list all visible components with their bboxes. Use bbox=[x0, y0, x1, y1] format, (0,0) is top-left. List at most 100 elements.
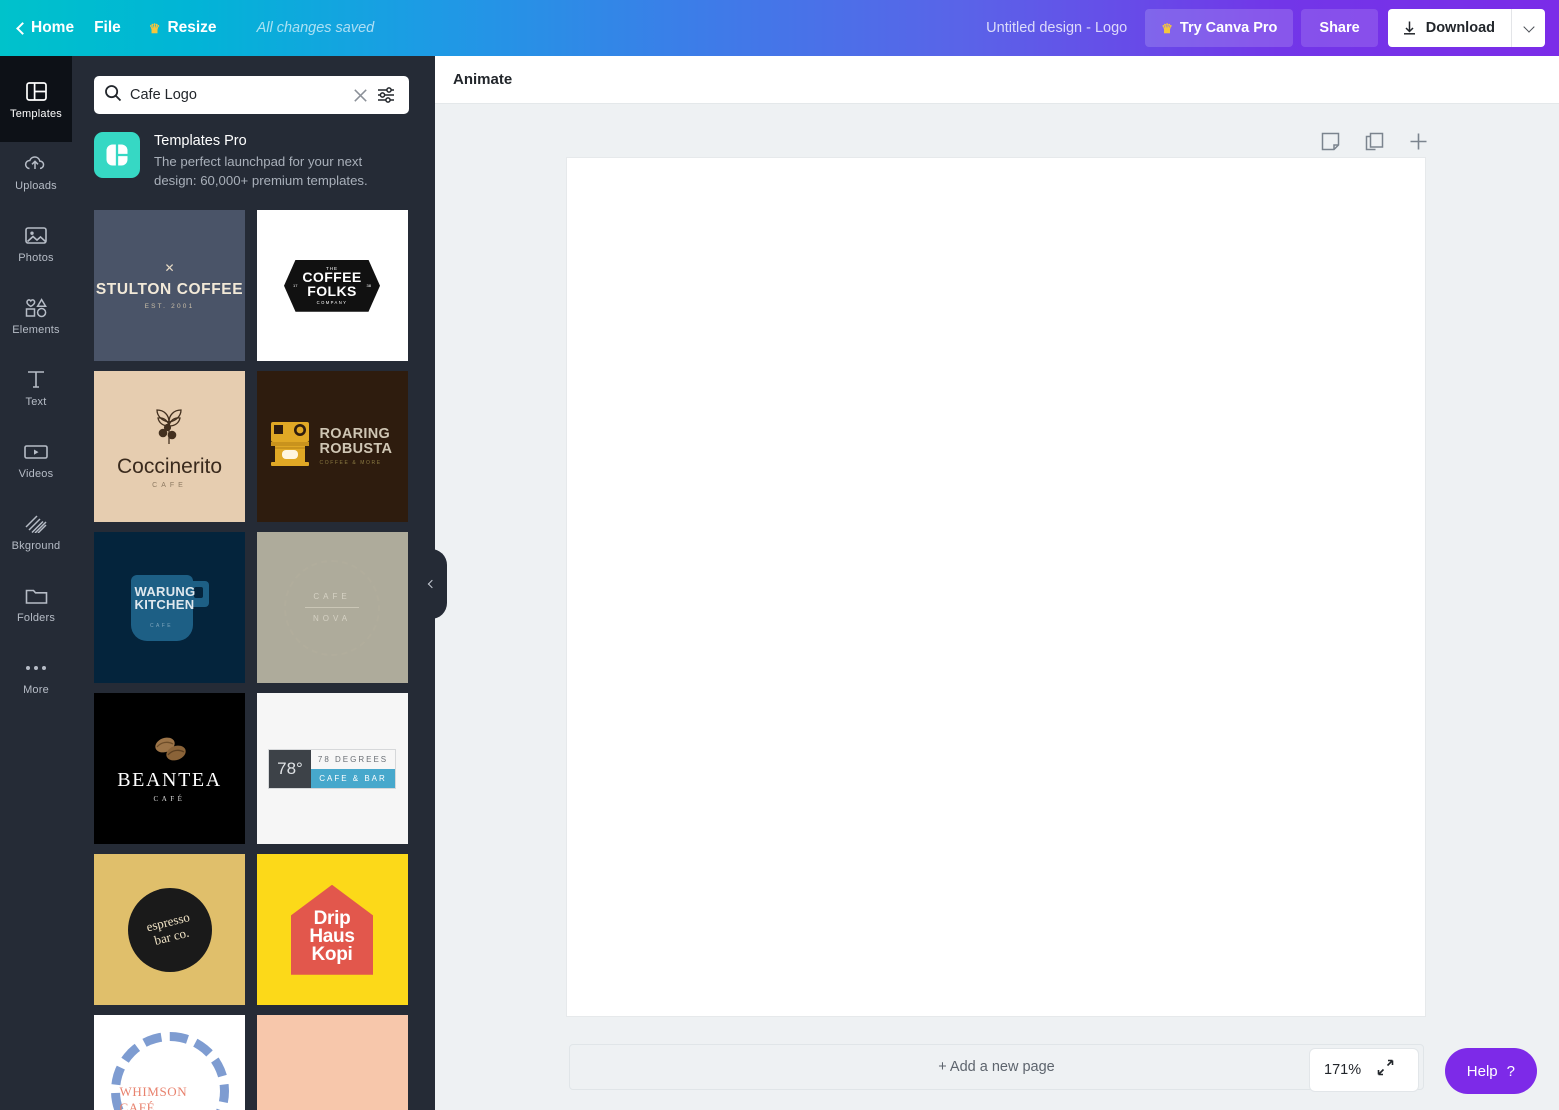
coffee-beans-icon bbox=[148, 737, 192, 768]
shapes-icon bbox=[24, 297, 48, 319]
sidebar-item-videos[interactable]: Videos bbox=[0, 424, 72, 496]
template-text: 78 DEGREES CAFE & BAR bbox=[311, 749, 395, 788]
coffee-berry-sprig-icon bbox=[117, 404, 222, 451]
template-card-coffee-folks[interactable]: THE COFFEE FOLKS COMPANY 17 38 bbox=[256, 210, 408, 362]
download-options-button[interactable] bbox=[1511, 9, 1545, 47]
text-t-icon bbox=[26, 369, 46, 391]
search-area bbox=[72, 56, 435, 114]
template-subtitle: NOVA bbox=[312, 614, 352, 624]
chevron-left-icon bbox=[427, 579, 436, 589]
search-box[interactable] bbox=[94, 76, 409, 114]
sidebar-item-label: More bbox=[23, 683, 49, 696]
notes-icon[interactable] bbox=[1319, 130, 1341, 152]
sidebar-item-elements[interactable]: Elements bbox=[0, 280, 72, 352]
templates-pro-title: Templates Pro bbox=[154, 133, 247, 149]
template-art: WHIMSON CAFÉ FRENCH CUISINE bbox=[110, 1031, 229, 1110]
templates-pro-card[interactable]: Templates Pro The perfect launchpad for … bbox=[72, 114, 435, 202]
sidebar-item-label: Photos bbox=[18, 251, 54, 264]
help-label: Help bbox=[1466, 1062, 1498, 1080]
file-menu-button[interactable]: File bbox=[80, 0, 135, 56]
zoom-control: 171% bbox=[1309, 1048, 1419, 1092]
sidebar-item-label: Templates bbox=[10, 107, 62, 120]
sidebar-item-text[interactable]: Text bbox=[0, 352, 72, 424]
download-arrow-icon bbox=[1403, 21, 1415, 35]
add-page-plus-icon[interactable] bbox=[1407, 130, 1429, 152]
share-button[interactable]: Share bbox=[1301, 9, 1378, 47]
search-filter-button[interactable] bbox=[373, 87, 399, 103]
duplicate-page-icon[interactable] bbox=[1363, 130, 1385, 152]
sidebar-item-templates[interactable]: Templates bbox=[0, 64, 72, 136]
rail-item-list: Templates Uploads Photos Elements Text V… bbox=[0, 56, 72, 712]
templates-panel: Templates Pro The perfect launchpad for … bbox=[72, 56, 435, 1110]
sidebar-item-photos[interactable]: Photos bbox=[0, 208, 72, 280]
tab-animate[interactable]: Animate bbox=[453, 71, 512, 88]
crown-icon: ♛ bbox=[1161, 20, 1173, 36]
template-subtitle: CAFE bbox=[152, 481, 187, 489]
template-title: STULTON COFFEE bbox=[95, 280, 244, 298]
sidebar-item-label: Text bbox=[25, 395, 47, 408]
main-area: Animate + Add a new page 171% Help ? bbox=[435, 56, 1559, 1110]
template-card-78-degrees[interactable]: 78° 78 DEGREES CAFE & BAR bbox=[256, 693, 408, 845]
cross-mark-icon: ✕ bbox=[164, 260, 175, 275]
sidebar-item-bkground[interactable]: Bkground bbox=[0, 496, 72, 568]
template-subtitle: COMPANY bbox=[316, 300, 348, 306]
template-card-roaring-robusta[interactable]: ROARING ROBUSTA COFFEE & MORE bbox=[256, 371, 408, 523]
design-canvas-page[interactable] bbox=[567, 158, 1425, 1016]
template-subtitle: CAFÉ bbox=[153, 795, 186, 804]
ellipsis-icon bbox=[24, 657, 48, 679]
template-art: BEANTEA CAFÉ bbox=[117, 734, 222, 803]
add-new-page-label: + Add a new page bbox=[938, 1059, 1055, 1075]
top-bar: Home File ♛ Resize All changes saved Unt… bbox=[0, 0, 1559, 56]
template-subtitle: CAFE & BAR bbox=[311, 768, 395, 788]
template-card-warung-kitchen[interactable]: WARUNG KITCHEN CAFE bbox=[94, 532, 245, 684]
expand-arrows-icon[interactable] bbox=[1377, 1059, 1394, 1081]
template-card-easepresso[interactable]: ☕ EASEPRESSO Cool wins Coffee bbox=[256, 1015, 408, 1110]
canvas-tools-group bbox=[1319, 130, 1429, 152]
template-card-cafe-nova[interactable]: CAFE NOVA bbox=[256, 532, 408, 684]
upload-cloud-icon bbox=[24, 153, 48, 175]
template-art: Drip Haus Kopi bbox=[291, 884, 373, 975]
sidebar-item-folders[interactable]: Folders bbox=[0, 568, 72, 640]
search-icon bbox=[104, 84, 122, 107]
home-back-button[interactable]: Home bbox=[0, 0, 80, 56]
animate-toolbar: Animate bbox=[435, 56, 1559, 104]
top-bar-right-group: Untitled design - Logo ♛ Try Canva Pro S… bbox=[986, 0, 1559, 56]
search-input[interactable] bbox=[130, 87, 347, 103]
espresso-machine-icon bbox=[269, 420, 311, 473]
top-bar-left-group: Home File ♛ Resize All changes saved bbox=[0, 0, 388, 56]
sidebar-item-uploads[interactable]: Uploads bbox=[0, 136, 72, 208]
chevron-down-icon bbox=[1522, 20, 1535, 33]
template-card-beantea-cafe[interactable]: BEANTEA CAFÉ bbox=[94, 693, 245, 845]
help-button[interactable]: Help ? bbox=[1444, 1048, 1537, 1094]
share-label: Share bbox=[1319, 20, 1360, 36]
save-status: All changes saved bbox=[256, 20, 375, 36]
template-results-grid: ✕ STULTON COFFEE EST. 2001 THE COFFEE FO… bbox=[72, 202, 435, 1110]
chevron-left-icon bbox=[16, 21, 29, 35]
sidebar-item-label: Bkground bbox=[11, 539, 61, 552]
template-art: ✕ STULTON COFFEE EST. 2001 bbox=[95, 260, 244, 310]
template-title: Drip Haus Kopi bbox=[309, 907, 355, 965]
try-pro-label: Try Canva Pro bbox=[1179, 20, 1278, 36]
template-year-left: 17 bbox=[293, 282, 298, 288]
download-button[interactable]: Download bbox=[1388, 9, 1511, 47]
question-mark-icon: ? bbox=[1506, 1062, 1515, 1080]
canva-templates-pro-icon bbox=[94, 132, 140, 178]
clear-search-button[interactable] bbox=[347, 88, 373, 103]
design-title[interactable]: Untitled design - Logo bbox=[986, 20, 1127, 36]
sidebar-item-more[interactable]: More bbox=[0, 640, 72, 712]
try-canva-pro-button[interactable]: ♛ Try Canva Pro bbox=[1145, 9, 1294, 47]
template-title: COFFEE FOLKS bbox=[302, 269, 362, 299]
collapse-panel-handle[interactable] bbox=[419, 549, 447, 619]
video-icon bbox=[24, 441, 48, 463]
template-art: espresso bar co. bbox=[127, 887, 212, 972]
add-new-page-button[interactable]: + Add a new page bbox=[569, 1044, 1424, 1090]
zoom-level-value[interactable]: 171% bbox=[1324, 1062, 1361, 1078]
template-card-coccinerito[interactable]: Coccinerito CAFE bbox=[94, 371, 245, 523]
home-label: Home bbox=[31, 19, 75, 36]
resize-button[interactable]: ♛ Resize bbox=[135, 0, 231, 56]
templates-pro-text: Templates Pro The perfect launchpad for … bbox=[154, 132, 369, 190]
template-card-drip-haus-kopi[interactable]: Drip Haus Kopi bbox=[256, 854, 408, 1006]
template-card-whimson-cafe[interactable]: WHIMSON CAFÉ FRENCH CUISINE bbox=[94, 1015, 245, 1110]
template-card-espresso-bar-co[interactable]: espresso bar co. bbox=[94, 854, 245, 1006]
template-card-stulton-coffee[interactable]: ✕ STULTON COFFEE EST. 2001 bbox=[94, 210, 245, 362]
